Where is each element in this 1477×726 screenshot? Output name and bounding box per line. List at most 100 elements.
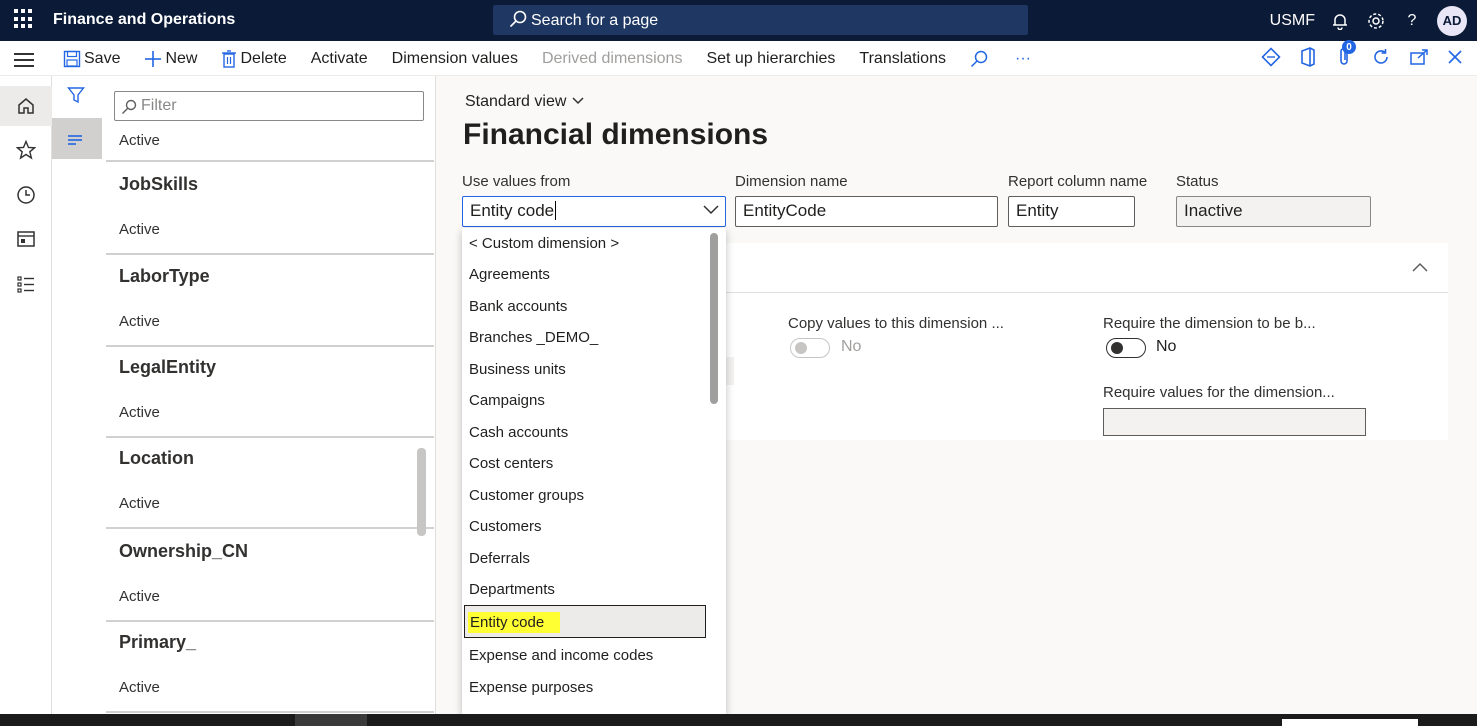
dropdown-option[interactable]: Branches _DEMO_	[469, 329, 598, 346]
recent-clock-icon[interactable]	[14, 183, 38, 207]
setup-hierarchies-button[interactable]: Set up hierarchies	[706, 50, 835, 68]
attachments-icon[interactable]: 0	[1335, 40, 1356, 70]
action-search-button[interactable]	[970, 50, 991, 68]
list-view-toggle[interactable]	[52, 118, 102, 159]
close-icon[interactable]	[1447, 49, 1463, 68]
require-balanced-label: Require the dimension to be b...	[1103, 315, 1316, 332]
refresh-icon[interactable]	[1371, 47, 1391, 70]
search-icon	[970, 50, 988, 67]
modules-list-icon[interactable]	[14, 272, 38, 296]
list-item[interactable]: LaborType Active	[106, 256, 434, 347]
dropdown-option[interactable]: Customer groups	[469, 487, 584, 504]
list-lines-icon	[67, 132, 85, 148]
trash-icon	[222, 49, 237, 68]
dropdown-option[interactable]: Cost centers	[469, 455, 553, 472]
list-item[interactable]: JobSkills Active	[106, 164, 434, 255]
require-balanced-value: No	[1156, 338, 1177, 355]
list-item[interactable]: Ownership_CN Active	[106, 531, 434, 622]
use-values-from-select[interactable]: Entity code	[462, 196, 726, 227]
report-column-name-label: Report column name	[1008, 173, 1148, 190]
status-field: Inactive	[1176, 196, 1371, 227]
dropdown-option[interactable]: Agreements	[469, 266, 550, 283]
require-values-field[interactable]	[1103, 408, 1366, 436]
dropdown-option[interactable]: Departments	[469, 581, 555, 598]
dropdown-option[interactable]: Deferrals	[469, 550, 530, 567]
dimension-name-input[interactable]: EntityCode	[735, 196, 998, 227]
new-button[interactable]: New	[144, 50, 197, 68]
delete-label: Delete	[240, 49, 287, 67]
list-item-status: Active	[119, 495, 160, 512]
list-filter-strip	[52, 76, 102, 714]
list-item-name: Location	[119, 448, 194, 468]
report-column-name-input[interactable]: Entity	[1008, 196, 1135, 227]
home-icon[interactable]	[14, 94, 38, 118]
dropdown-option[interactable]: Bank accounts	[469, 298, 567, 315]
search-icon	[122, 99, 137, 114]
more-options-button[interactable]: ···	[1015, 50, 1031, 68]
use-values-from-value: Entity code	[470, 201, 555, 220]
chevron-up-icon[interactable]	[1412, 259, 1428, 275]
activate-button[interactable]: Activate	[311, 50, 368, 68]
dropdown-option[interactable]: Customers	[469, 518, 542, 535]
list-filter-input[interactable]: Filter	[114, 91, 424, 121]
list-item-name: LaborType	[119, 266, 210, 286]
dimension-name-label: Dimension name	[735, 173, 848, 190]
use-values-from-label: Use values from	[462, 173, 571, 190]
dropdown-option[interactable]: Business units	[469, 361, 566, 378]
list-item[interactable]: Primary_ Active	[106, 622, 434, 713]
taskbar-item[interactable]	[1282, 719, 1418, 726]
avatar[interactable]: AD	[1437, 5, 1467, 36]
new-label: New	[165, 49, 198, 67]
search-icon	[509, 10, 527, 28]
copy-values-toggle[interactable]	[790, 338, 830, 358]
dropdown-option[interactable]: Campaigns	[469, 392, 545, 409]
view-selector-label: Standard view	[465, 93, 567, 110]
require-balanced-toggle[interactable]	[1106, 338, 1146, 358]
favorites-star-icon[interactable]	[14, 138, 38, 162]
partial-button	[726, 357, 734, 385]
bell-icon[interactable]	[1329, 10, 1351, 32]
navigation-pane	[0, 76, 52, 714]
chevron-down-icon	[572, 97, 584, 105]
dimension-values-button[interactable]: Dimension values	[392, 50, 518, 68]
workspaces-icon[interactable]	[14, 227, 38, 251]
open-new-window-icon[interactable]	[1409, 48, 1429, 69]
list-item-status: Active	[119, 588, 160, 605]
list-item[interactable]: Location Active	[106, 438, 434, 529]
page-search[interactable]: Search for a page	[493, 5, 1028, 35]
page-title: Financial dimensions	[463, 118, 769, 151]
hamburger-icon[interactable]	[14, 53, 34, 67]
dropdown-scrollbar[interactable]	[710, 233, 718, 404]
view-selector[interactable]: Standard view	[465, 93, 585, 111]
save-label: Save	[84, 49, 121, 67]
dropdown-option[interactable]: Cash accounts	[469, 424, 568, 441]
list-scrollbar[interactable]	[417, 448, 426, 536]
power-apps-icon[interactable]	[1261, 47, 1281, 70]
save-button[interactable]: Save	[63, 50, 120, 68]
dropdown-option[interactable]: Expense and income codes	[469, 647, 653, 664]
list-item-name: Ownership_CN	[119, 541, 249, 561]
list-item[interactable]: LegalEntity Active	[106, 347, 434, 438]
dropdown-option[interactable]: < Custom dimension >	[469, 235, 619, 252]
search-placeholder: Search for a page	[531, 12, 659, 29]
help-icon[interactable]: ?	[1401, 10, 1423, 32]
taskbar-item[interactable]	[295, 714, 367, 726]
translations-button[interactable]: Translations	[859, 50, 946, 68]
app-launcher-icon[interactable]	[10, 7, 34, 31]
save-icon	[63, 50, 81, 67]
dropdown-option-selected[interactable]: Entity code	[468, 612, 561, 633]
action-pane: Save New Delete Activate Dimension value…	[0, 40, 1477, 76]
dropdown-option[interactable]: Expense purposes	[469, 679, 593, 696]
list-item-status: Active	[119, 132, 160, 149]
gear-icon[interactable]	[1365, 10, 1387, 32]
company-picker[interactable]: USMF	[1270, 12, 1315, 30]
derived-dimensions-button[interactable]: Derived dimensions	[542, 50, 683, 68]
list-item[interactable]: Active	[106, 126, 434, 162]
top-bar: Finance and Operations Search for a page…	[0, 0, 1477, 41]
office-icon[interactable]	[1299, 47, 1317, 70]
require-values-label: Require values for the dimension...	[1103, 384, 1335, 401]
delete-button[interactable]: Delete	[221, 49, 287, 68]
filter-funnel-icon[interactable]	[67, 86, 85, 107]
app-title[interactable]: Finance and Operations	[53, 11, 235, 29]
list-item-status: Active	[119, 313, 160, 330]
